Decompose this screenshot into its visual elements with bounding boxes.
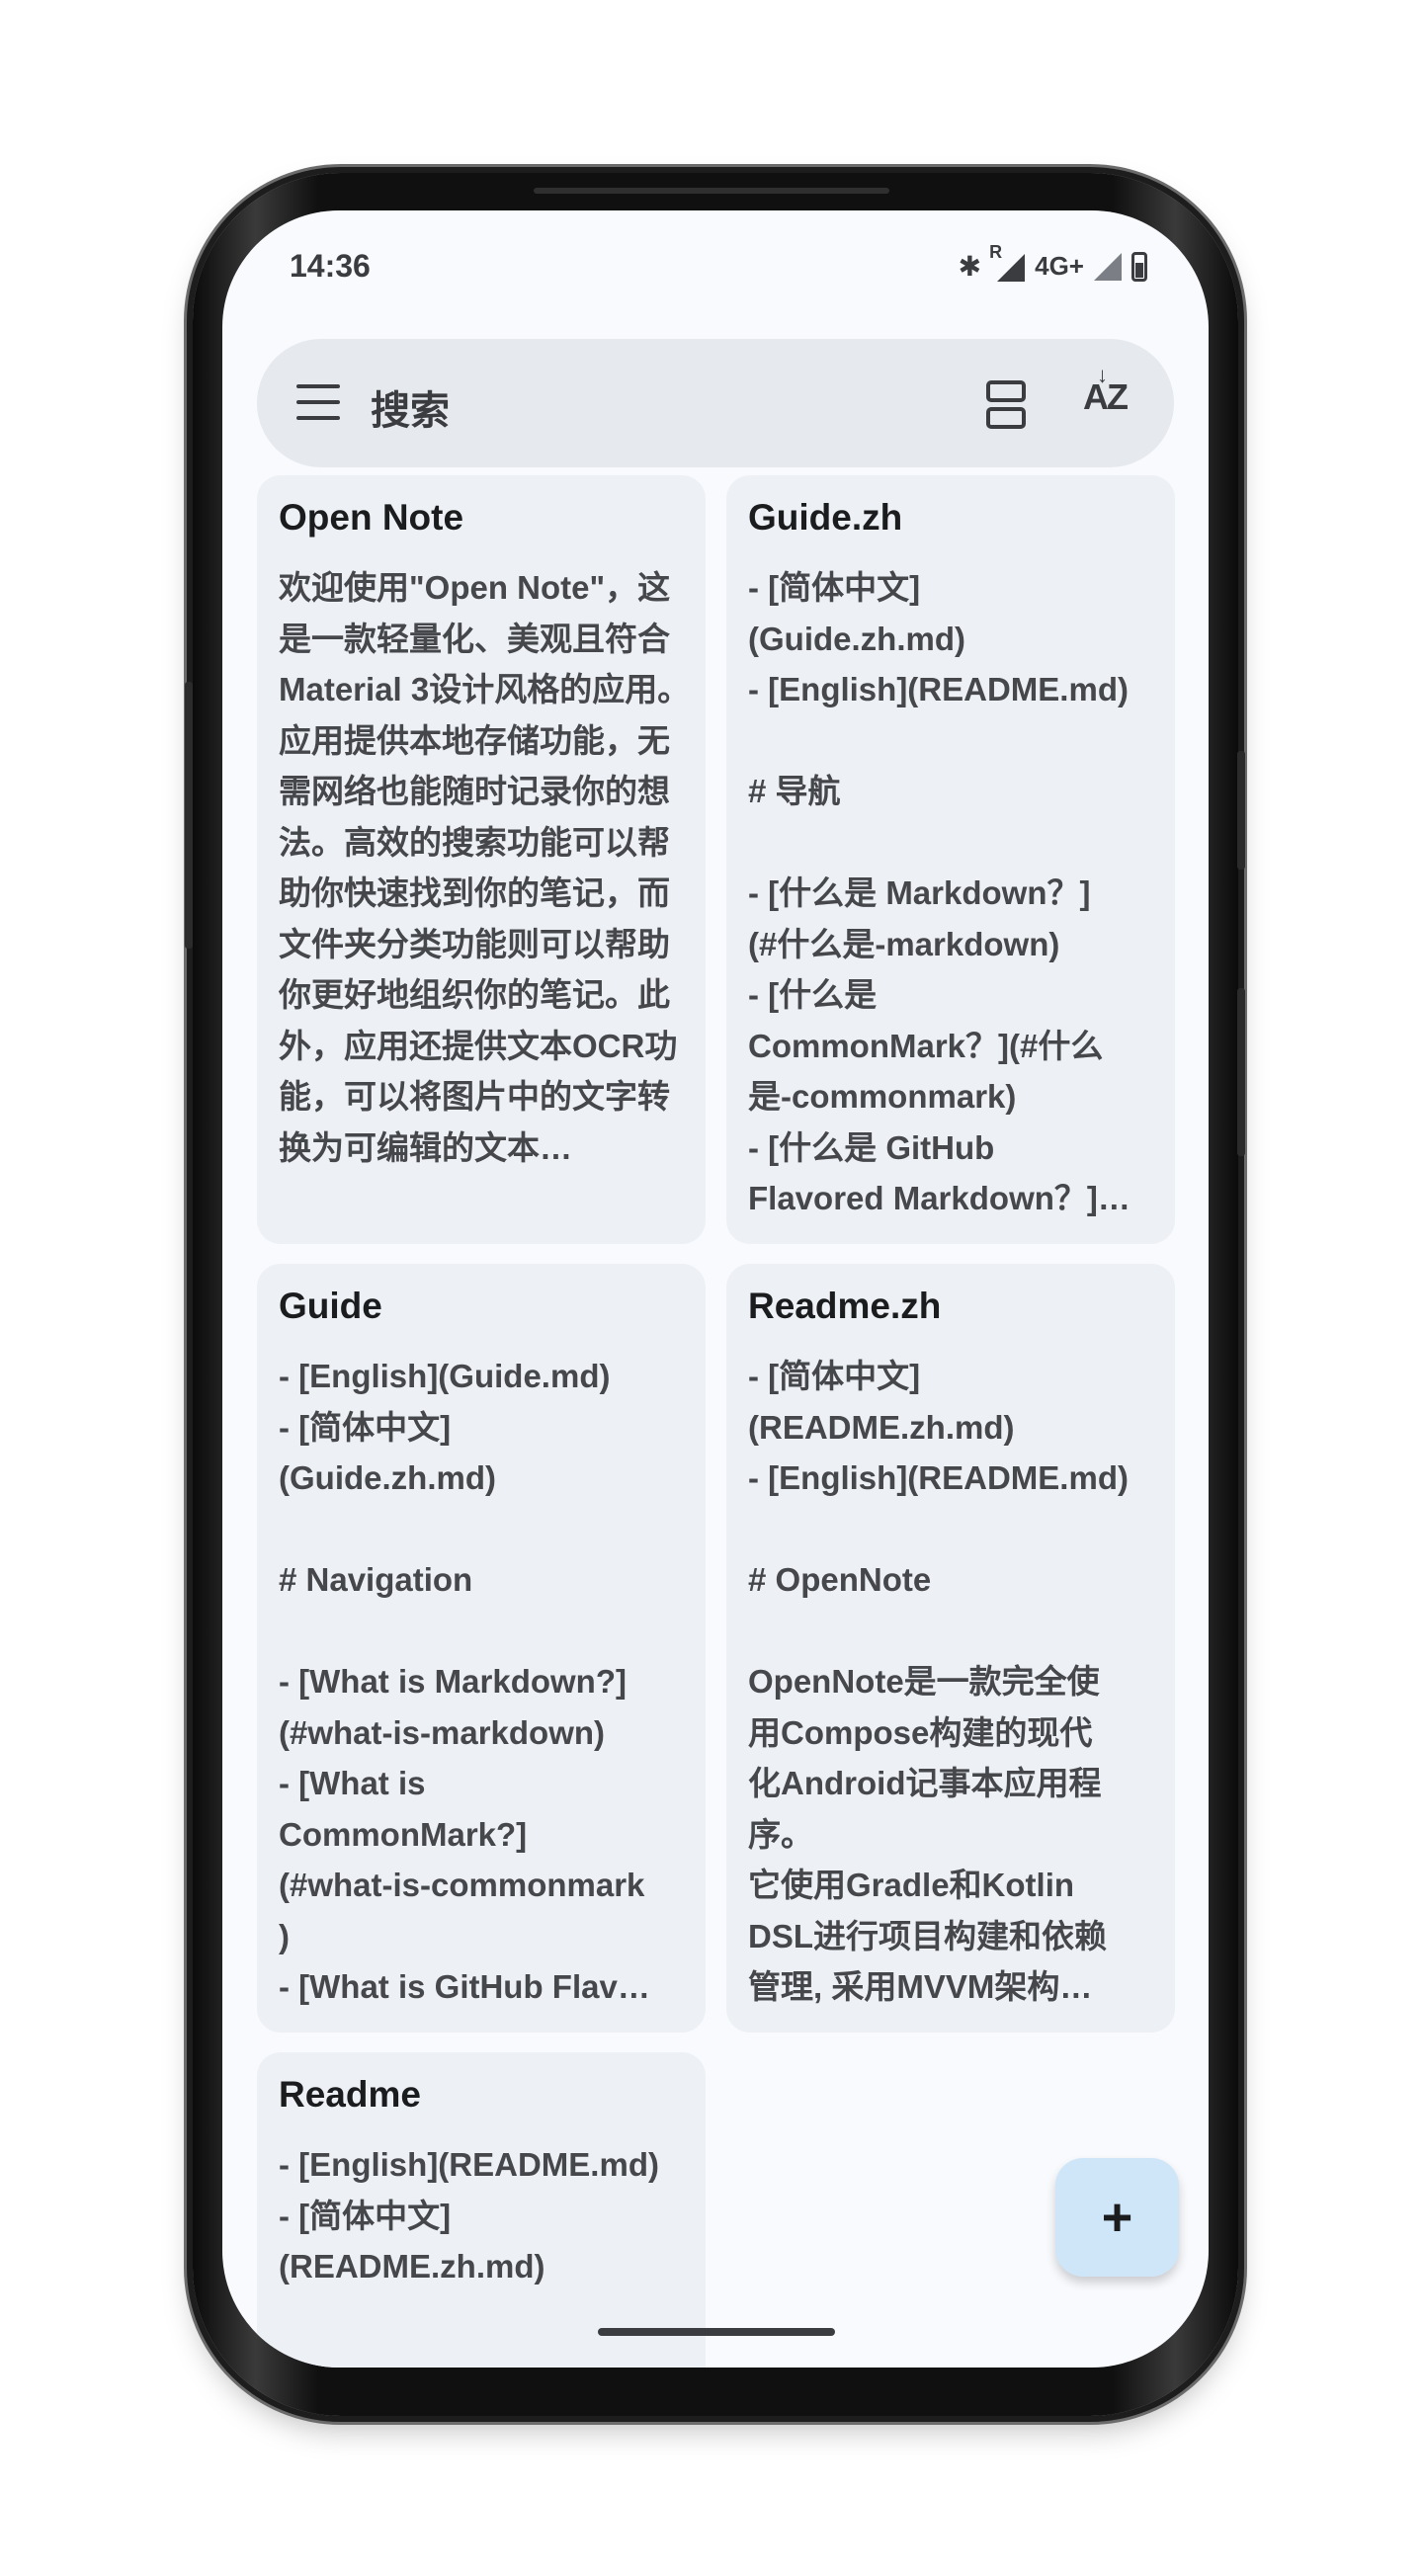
note-preview: - [简体中文] (Guide.zh.md) - [English](READM… (748, 569, 1130, 1216)
status-icons: ✱ R 4G+ (958, 242, 1147, 283)
note-card[interactable]: Readme - [English](README.md) - [简体中文] (… (257, 2052, 706, 2368)
add-icon: + (1101, 2188, 1133, 2247)
note-title: Readme (279, 2074, 421, 2115)
status-time: 14:36 (290, 248, 371, 284)
phone-side-button (1237, 751, 1245, 870)
note-preview: 欢迎使用"Open Note"，这是一款轻量化、美观且符合Material 3设… (279, 569, 691, 1166)
search-bar[interactable]: 搜索 A ↓ Z (257, 339, 1174, 467)
home-indicator[interactable] (598, 2328, 835, 2336)
note-card[interactable]: Open Note 欢迎使用"Open Note"，这是一款轻量化、美观且符合M… (257, 475, 706, 1244)
bluetooth-icon: ✱ (958, 251, 982, 282)
note-title: Open Note (279, 497, 464, 538)
phone-bottom-bezel (222, 2352, 1209, 2381)
view-agenda-icon[interactable] (986, 380, 1026, 429)
note-preview: - [English](README.md) - [简体中文] (README.… (279, 2146, 659, 2285)
phone-side-button (1237, 988, 1245, 1156)
note-title: Guide.zh (748, 497, 903, 538)
note-card[interactable]: Guide.zh - [简体中文] (Guide.zh.md) - [Engli… (726, 475, 1175, 1244)
app-screen: 14:36 ✱ R 4G+ 搜索 A ↓ Z Open Note 欢迎使用"Open… (222, 210, 1209, 2368)
status-bar: 14:36 ✱ R 4G+ (222, 242, 1209, 291)
signal-icon (1094, 252, 1122, 281)
phone-side-button (185, 682, 193, 949)
note-title: Guide (279, 1286, 382, 1326)
note-preview: - [English](Guide.md) - [简体中文] (Guide.zh… (279, 1358, 650, 2005)
signal-roaming-icon: R (989, 242, 1026, 282)
menu-icon[interactable] (296, 384, 340, 420)
note-preview: - [简体中文] (README.zh.md) - [English](READ… (748, 1358, 1129, 2005)
sort-by-alpha-icon[interactable]: A ↓ Z (1083, 363, 1129, 418)
network-type-label: 4G+ (1035, 251, 1084, 281)
note-title: Readme.zh (748, 1286, 942, 1326)
add-note-button[interactable]: + (1055, 2158, 1179, 2277)
earpiece (534, 188, 889, 194)
search-placeholder[interactable]: 搜索 (371, 378, 450, 436)
note-card[interactable]: Guide - [English](Guide.md) - [简体中文] (Gu… (257, 1264, 706, 2033)
battery-icon (1131, 251, 1147, 282)
note-card[interactable]: Readme.zh - [简体中文] (README.zh.md) - [Eng… (726, 1264, 1175, 2033)
